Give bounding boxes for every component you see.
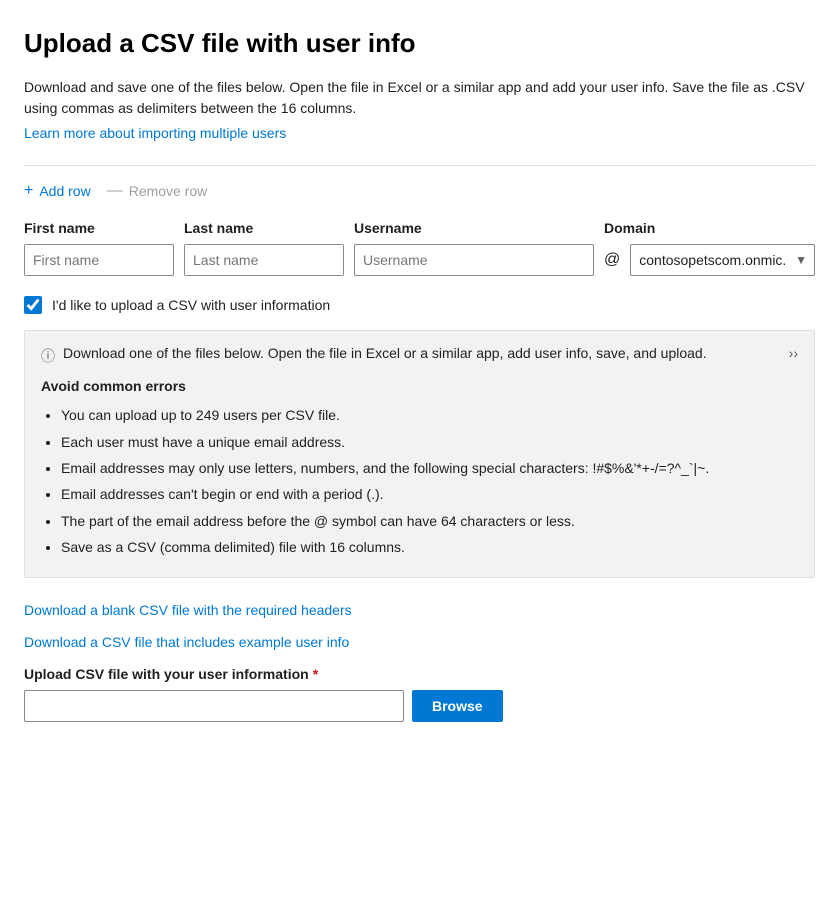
- plus-icon: +: [24, 182, 33, 200]
- at-symbol: @: [604, 251, 620, 269]
- error-list-item: You can upload up to 249 users per CSV f…: [61, 404, 798, 426]
- info-panel-header: ⓘ Download one of the files below. Open …: [41, 345, 798, 366]
- first-name-field-wrapper: [24, 244, 174, 276]
- info-panel-header-left: ⓘ Download one of the files below. Open …: [41, 345, 707, 366]
- add-row-label: Add row: [39, 183, 90, 199]
- domain-select-wrapper: contosopetscom.onmic... ▼: [630, 244, 815, 276]
- page-title: Upload a CSV file with user info: [24, 28, 815, 59]
- first-name-label: First name: [24, 220, 174, 236]
- error-list-item: The part of the email address before the…: [61, 510, 798, 532]
- form-row: First name Last name Username Domain @ c…: [24, 220, 815, 276]
- upload-input-row: Browse: [24, 690, 815, 722]
- description-text: Download and save one of the files below…: [24, 77, 815, 119]
- avoid-errors-title: Avoid common errors: [41, 378, 798, 394]
- download-blank-csv-link[interactable]: Download a blank CSV file with the requi…: [24, 602, 815, 618]
- browse-button[interactable]: Browse: [412, 690, 503, 722]
- collapse-icon[interactable]: ››: [789, 345, 798, 361]
- form-labels: First name Last name Username Domain: [24, 220, 815, 236]
- last-name-input[interactable]: [184, 244, 344, 276]
- first-name-input[interactable]: [24, 244, 174, 276]
- username-label: Username: [354, 220, 594, 236]
- remove-row-button[interactable]: — Remove row: [107, 182, 208, 200]
- upload-file-input[interactable]: [24, 690, 404, 722]
- row-actions: + Add row — Remove row: [24, 182, 815, 200]
- required-star: *: [313, 666, 318, 682]
- info-header-text: Download one of the files below. Open th…: [63, 345, 707, 361]
- upload-label: Upload CSV file with your user informati…: [24, 666, 815, 682]
- info-panel: ⓘ Download one of the files below. Open …: [24, 330, 815, 577]
- last-name-label: Last name: [184, 220, 344, 236]
- csv-upload-checkbox-row: I'd like to upload a CSV with user infor…: [24, 296, 815, 314]
- csv-upload-checkbox-label[interactable]: I'd like to upload a CSV with user infor…: [52, 297, 330, 313]
- username-input[interactable]: [354, 244, 594, 276]
- last-name-field-wrapper: [184, 244, 344, 276]
- error-list-item: Each user must have a unique email addre…: [61, 431, 798, 453]
- error-list-item: Email addresses can't begin or end with …: [61, 483, 798, 505]
- domain-select[interactable]: contosopetscom.onmic...: [630, 244, 815, 276]
- error-list-item: Email addresses may only use letters, nu…: [61, 457, 798, 479]
- error-list-item: Save as a CSV (comma delimited) file wit…: [61, 536, 798, 558]
- learn-more-link[interactable]: Learn more about importing multiple user…: [24, 125, 286, 141]
- remove-row-label: Remove row: [129, 183, 208, 199]
- info-icon: ⓘ: [41, 346, 55, 366]
- download-example-csv-link[interactable]: Download a CSV file that includes exampl…: [24, 634, 815, 650]
- domain-label: Domain: [604, 220, 815, 236]
- section-divider: [24, 165, 815, 166]
- upload-label-text: Upload CSV file with your user informati…: [24, 666, 309, 682]
- username-field-wrapper: [354, 244, 594, 276]
- error-list: You can upload up to 249 users per CSV f…: [41, 404, 798, 558]
- csv-upload-checkbox[interactable]: [24, 296, 42, 314]
- dash-icon: —: [107, 182, 123, 200]
- form-inputs: @ contosopetscom.onmic... ▼: [24, 244, 815, 276]
- add-row-button[interactable]: + Add row: [24, 182, 91, 200]
- upload-section: Upload CSV file with your user informati…: [24, 666, 815, 722]
